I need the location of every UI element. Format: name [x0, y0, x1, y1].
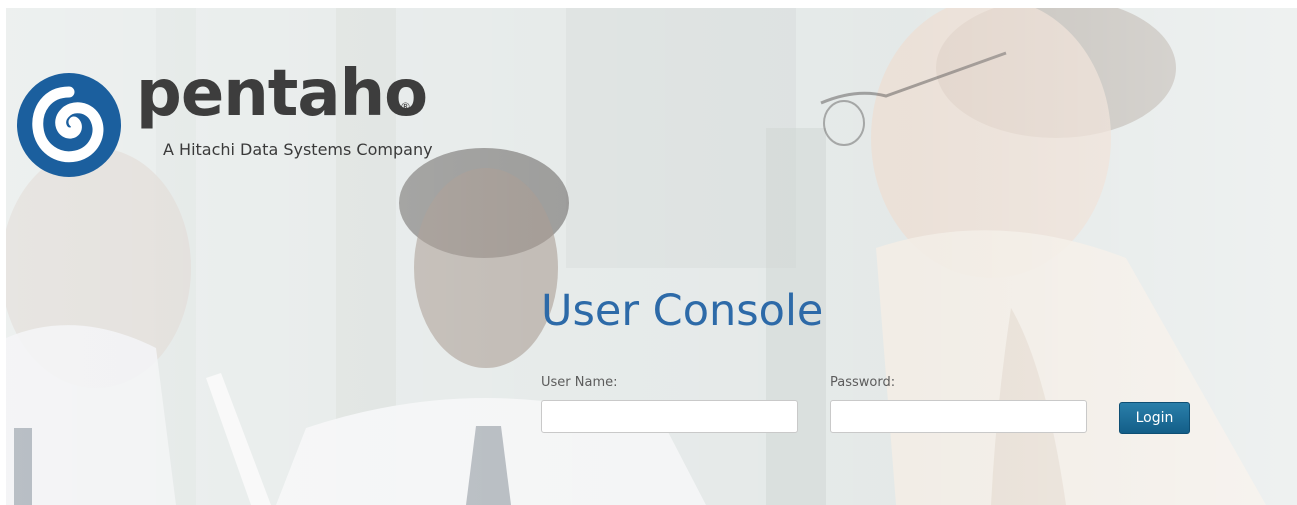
login-page: pentaho ® A Hitachi Data Systems Company… — [0, 0, 1297, 505]
pentaho-logo: pentaho ® A Hitachi Data Systems Company — [14, 62, 454, 180]
username-input[interactable] — [541, 400, 798, 433]
registered-mark: ® — [400, 100, 411, 113]
brand-tagline: A Hitachi Data Systems Company — [163, 140, 433, 159]
brand-name: pentaho — [136, 57, 428, 131]
password-label: Password: — [830, 375, 896, 390]
login-button[interactable]: Login — [1119, 402, 1190, 434]
pentaho-swirl-icon — [14, 70, 124, 180]
page-title: User Console — [541, 286, 824, 336]
password-input[interactable] — [830, 400, 1087, 433]
username-label: User Name: — [541, 375, 618, 390]
